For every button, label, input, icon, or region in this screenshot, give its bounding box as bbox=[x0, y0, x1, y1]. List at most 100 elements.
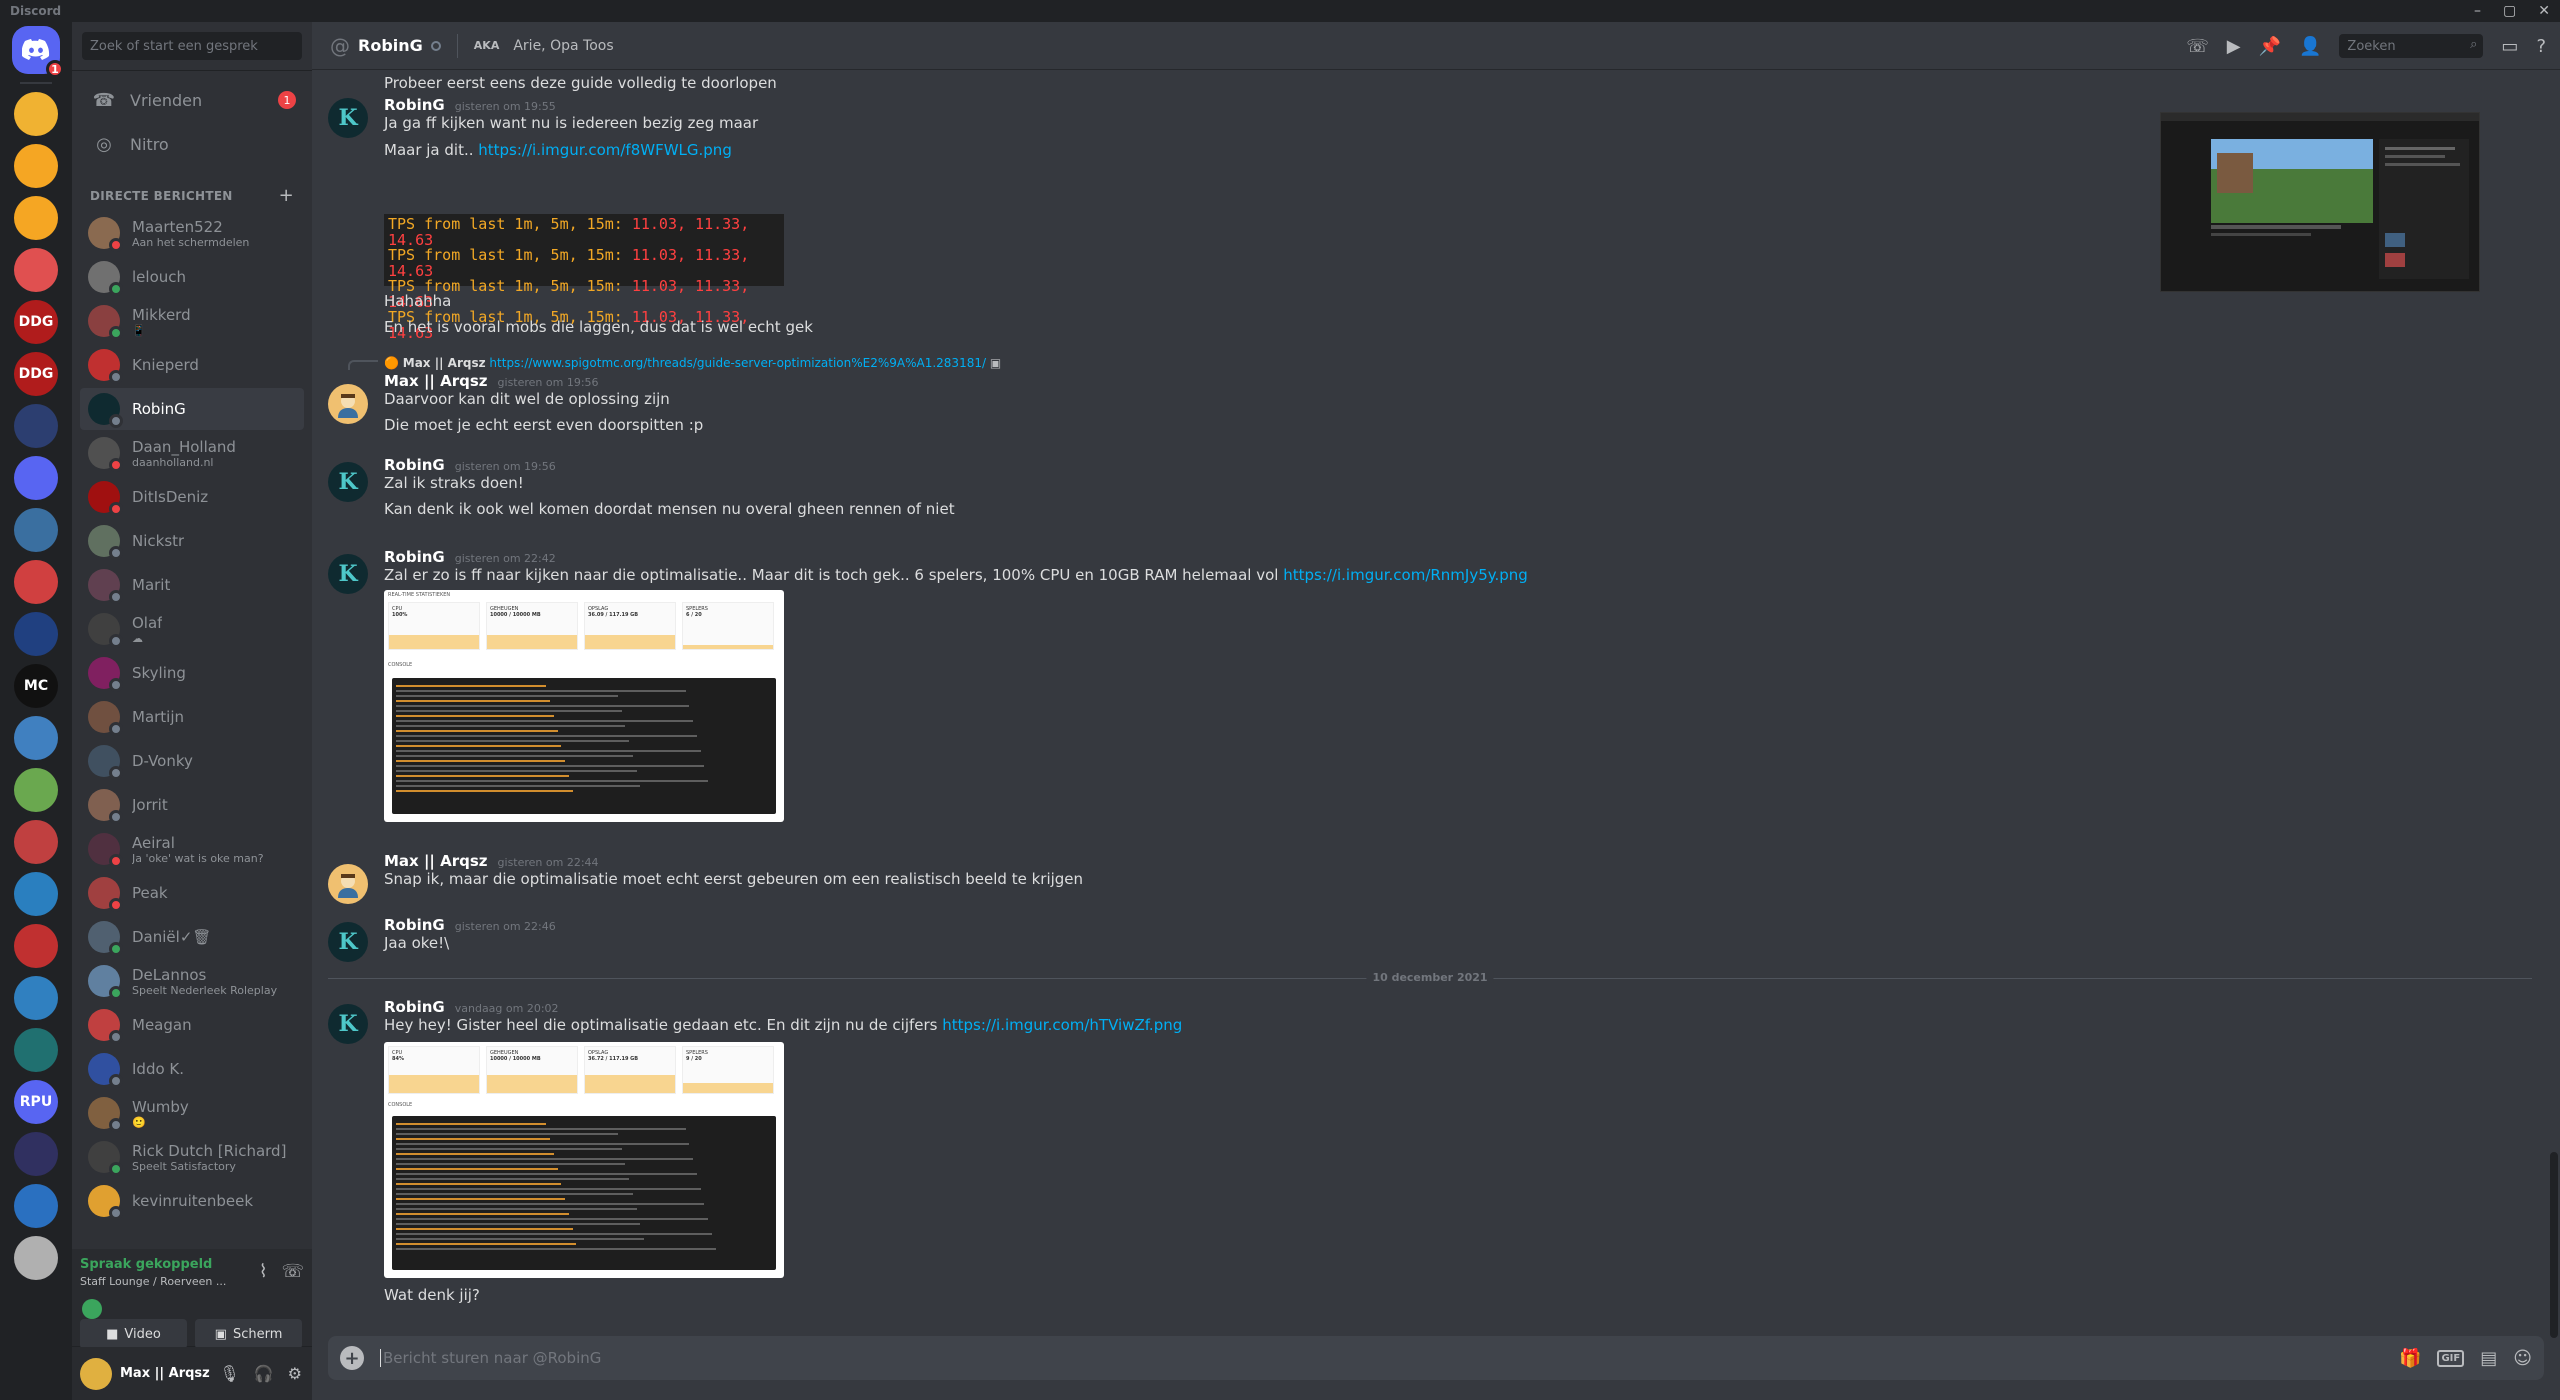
author-name[interactable]: RobinG bbox=[384, 916, 445, 934]
message-author[interactable]: RobinG gisteren om 19:55 bbox=[384, 96, 556, 114]
message-author[interactable]: RobinG vandaag om 20:02 bbox=[384, 998, 559, 1016]
server-icon[interactable] bbox=[14, 248, 58, 292]
sticker-icon[interactable]: ▤ bbox=[2480, 1348, 2497, 1369]
settings-gear-icon[interactable]: ⚙ bbox=[288, 1364, 302, 1383]
message-author[interactable]: Max || Arqsz gisteren om 22:44 bbox=[384, 852, 599, 870]
dm-item[interactable]: Peak bbox=[80, 872, 304, 914]
message-link[interactable]: https://i.imgur.com/f8WFWLG.png bbox=[478, 141, 732, 159]
reply-preview[interactable]: 🟠 Max || Arqsz https://www.spigotmc.org/… bbox=[384, 356, 1001, 370]
server-icon[interactable] bbox=[14, 612, 58, 656]
screen-share-button[interactable]: ▣ Scherm bbox=[195, 1319, 302, 1349]
dm-item[interactable]: Jorrit bbox=[80, 784, 304, 826]
server-icon[interactable] bbox=[14, 976, 58, 1020]
server-icon[interactable]: MC bbox=[14, 664, 58, 708]
dm-item[interactable]: D-Vonky bbox=[80, 740, 304, 782]
avatar[interactable] bbox=[328, 864, 368, 904]
create-dm-icon[interactable]: + bbox=[279, 185, 294, 206]
gift-icon[interactable]: 🎁 bbox=[2399, 1348, 2421, 1369]
deafen-icon[interactable]: 🎧 bbox=[254, 1364, 274, 1383]
maximize-icon[interactable]: ▢ bbox=[2503, 3, 2516, 19]
message-author[interactable]: RobinG gisteren om 22:42 bbox=[384, 548, 556, 566]
avatar[interactable] bbox=[328, 384, 368, 424]
noise-suppression-icon[interactable]: ⌇ bbox=[259, 1261, 268, 1282]
dm-item[interactable]: Daan_Holland daanholland.nl bbox=[80, 432, 304, 474]
server-icon[interactable] bbox=[14, 1132, 58, 1176]
dm-item[interactable]: Rick Dutch [Richard] Speelt Satisfactory bbox=[80, 1136, 304, 1178]
dm-item[interactable]: kevinruitenbeek bbox=[80, 1180, 304, 1222]
gif-icon[interactable]: GIF bbox=[2437, 1349, 2465, 1367]
dm-item[interactable]: DeLannos Speelt Nederleek Roleplay bbox=[80, 960, 304, 1002]
user-name[interactable]: Max || Arqsz bbox=[120, 1366, 210, 1381]
dm-item[interactable]: Martijn bbox=[80, 696, 304, 738]
mute-icon[interactable]: 🎙 bbox=[219, 1364, 239, 1383]
video-button[interactable]: ■ Video bbox=[80, 1319, 187, 1349]
message-author[interactable]: Max || Arqsz gisteren om 19:56 bbox=[384, 372, 599, 390]
message-link[interactable]: https://i.imgur.com/hTViwZf.png bbox=[942, 1016, 1182, 1034]
server-icon[interactable] bbox=[14, 716, 58, 760]
server-icon[interactable] bbox=[14, 820, 58, 864]
server-icon[interactable]: DDG bbox=[14, 352, 58, 396]
server-icon[interactable] bbox=[14, 144, 58, 188]
server-icon[interactable] bbox=[14, 768, 58, 812]
user-avatar[interactable] bbox=[80, 1357, 112, 1390]
minimize-icon[interactable]: – bbox=[2474, 3, 2481, 19]
dm-item[interactable]: Marit bbox=[80, 564, 304, 606]
server-icon[interactable] bbox=[14, 1236, 58, 1280]
nitro-nav-item[interactable]: ◎ Nitro bbox=[80, 123, 304, 165]
tps-image[interactable]: TPS from last 1m, 5m, 15m: 11.03, 11.33,… bbox=[384, 214, 784, 340]
dm-item[interactable]: Daniël✓🗑 bbox=[80, 916, 304, 958]
author-name[interactable]: Max || Arqsz bbox=[384, 372, 488, 390]
pinned-messages-icon[interactable]: 📌 bbox=[2259, 36, 2281, 57]
friends-nav-item[interactable]: ☎ Vrienden 1 bbox=[80, 79, 304, 121]
dm-item[interactable]: Olaf ☁ bbox=[80, 608, 304, 650]
dm-item[interactable]: Mikkerd 📱 bbox=[80, 300, 304, 342]
message-input[interactable]: Bericht sturen naar @RobinG bbox=[380, 1349, 601, 1367]
author-name[interactable]: Max || Arqsz bbox=[384, 852, 488, 870]
message-link[interactable]: https://i.imgur.com/RnmJy5y.png bbox=[1283, 566, 1528, 584]
dm-item[interactable]: Iddo K. bbox=[80, 1048, 304, 1090]
server-icon[interactable] bbox=[14, 196, 58, 240]
avatar[interactable]: K bbox=[328, 922, 368, 962]
screen-share-preview[interactable] bbox=[2160, 112, 2480, 292]
dashboard-image-2[interactable]: CPU 84% GEHEUGEN 10000 / 10000 MB OPSLAG 36… bbox=[384, 1042, 784, 1278]
dm-item[interactable]: Skyling bbox=[80, 652, 304, 694]
add-friend-icon[interactable]: 👤 bbox=[2299, 36, 2321, 57]
author-name[interactable]: RobinG bbox=[384, 456, 445, 474]
server-icon[interactable]: RPU bbox=[14, 1080, 58, 1124]
avatar[interactable]: K bbox=[328, 1004, 368, 1044]
server-icon[interactable] bbox=[14, 1184, 58, 1228]
server-icon[interactable] bbox=[14, 456, 58, 500]
author-name[interactable]: RobinG bbox=[384, 96, 445, 114]
dm-item[interactable]: DitIsDeniz bbox=[80, 476, 304, 518]
voice-channel[interactable]: Staff Lounge / Roerveen ... bbox=[80, 1275, 230, 1288]
header-search-input[interactable]: Zoeken ⌕ bbox=[2339, 34, 2484, 58]
avatar[interactable]: K bbox=[328, 462, 368, 502]
server-icon[interactable] bbox=[14, 872, 58, 916]
author-name[interactable]: RobinG bbox=[384, 548, 445, 566]
message-author[interactable]: RobinG gisteren om 22:46 bbox=[384, 916, 556, 934]
voice-status[interactable]: Spraak gekoppeld bbox=[80, 1257, 212, 1272]
dm-item[interactable]: Maarten522 Aan het schermdelen bbox=[80, 212, 304, 254]
video-call-icon[interactable]: ▶ bbox=[2227, 36, 2241, 57]
dm-item[interactable]: Nickstr bbox=[80, 520, 304, 562]
server-icon[interactable] bbox=[14, 560, 58, 604]
dm-item[interactable]: RobinG bbox=[80, 388, 304, 430]
close-icon[interactable]: ✕ bbox=[2538, 3, 2550, 19]
dm-item[interactable]: Knieperd bbox=[80, 344, 304, 386]
emoji-icon[interactable]: ☺ bbox=[2513, 1348, 2532, 1369]
home-button[interactable]: 1 bbox=[12, 26, 64, 78]
message-author[interactable]: RobinG gisteren om 19:56 bbox=[384, 456, 556, 474]
voice-call-icon[interactable]: ☏ bbox=[2186, 36, 2209, 57]
dm-item[interactable]: Wumby 🙂 bbox=[80, 1092, 304, 1134]
dm-item[interactable]: Aeiral Ja 'oke' wat is oke man? bbox=[80, 828, 304, 870]
help-icon[interactable]: ? bbox=[2536, 36, 2546, 57]
server-icon[interactable] bbox=[14, 92, 58, 136]
server-icon[interactable]: DDG bbox=[14, 300, 58, 344]
dm-search-input[interactable]: Zoek of start een gesprek bbox=[82, 32, 302, 60]
server-icon[interactable] bbox=[14, 404, 58, 448]
server-icon[interactable] bbox=[14, 1028, 58, 1072]
dashboard-image-1[interactable]: REAL-TIME STATISTIEKEN CPU 100% GEHEUGEN 1… bbox=[384, 590, 784, 822]
voice-activity-icon[interactable] bbox=[82, 1299, 102, 1319]
disconnect-icon[interactable]: ☏ bbox=[281, 1261, 304, 1282]
server-icon[interactable] bbox=[14, 508, 58, 552]
